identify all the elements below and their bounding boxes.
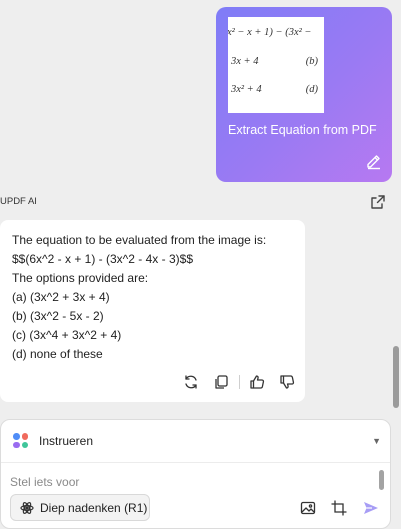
external-link-icon[interactable] xyxy=(369,193,387,211)
deep-think-label: Diep nadenken (R1) xyxy=(40,501,148,515)
user-message-bubble: x² − x + 1) − (3x² − 3x + 4 (b) 3x² + 4 … xyxy=(216,7,392,182)
send-icon[interactable] xyxy=(362,499,380,517)
answer-line: (c) (3x^4 + 3x^2 + 4) xyxy=(12,328,122,342)
prompt-input[interactable] xyxy=(10,472,370,492)
caret-down-icon: ▼ xyxy=(372,436,381,446)
pencil-icon[interactable] xyxy=(365,152,383,170)
answer-line: (d) none of these xyxy=(12,347,103,361)
answer-line: (a) (3x^2 + 3x + 4) xyxy=(12,290,110,304)
user-message-text: Extract Equation from PDF xyxy=(228,123,377,137)
apps-dots-icon xyxy=(13,433,29,449)
mode-selector[interactable]: Instrueren ▼ xyxy=(13,432,381,452)
input-scrollbar[interactable] xyxy=(379,470,384,490)
assistant-name: UPDF AI xyxy=(0,196,37,207)
answer-line: (b) (3x^2 - 5x - 2) xyxy=(12,309,104,323)
message-composer: Instrueren ▼ Diep nadenken (R1) xyxy=(0,419,391,529)
action-divider xyxy=(239,375,240,389)
assistant-message-card: The equation to be evaluated from the im… xyxy=(0,220,305,402)
regenerate-icon[interactable] xyxy=(182,373,200,391)
answer-line: The options provided are: xyxy=(12,271,149,285)
composer-divider xyxy=(1,462,390,463)
answer-line: $$(6x^2 - x + 1) - (3x^2 - 4x - 3)$$ xyxy=(12,252,193,266)
thumbs-up-icon[interactable] xyxy=(248,373,266,391)
answer-line: The equation to be evaluated from the im… xyxy=(12,233,267,247)
deep-think-button[interactable]: Diep nadenken (R1) xyxy=(10,494,150,521)
assistant-message-text: The equation to be evaluated from the im… xyxy=(12,231,266,364)
image-icon[interactable] xyxy=(299,499,317,517)
pdf-snippet-thumbnail[interactable]: x² − x + 1) − (3x² − 3x + 4 (b) 3x² + 4 … xyxy=(228,17,324,113)
copy-icon[interactable] xyxy=(212,373,230,391)
thumbs-down-icon[interactable] xyxy=(278,373,296,391)
mode-label: Instrueren xyxy=(39,434,94,448)
atom-icon xyxy=(20,502,34,514)
crop-icon[interactable] xyxy=(330,499,348,517)
chat-scrollbar[interactable] xyxy=(393,346,399,408)
